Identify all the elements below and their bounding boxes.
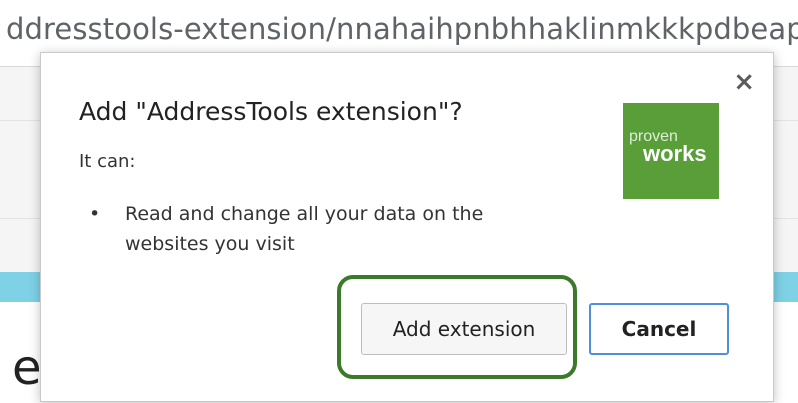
cancel-button[interactable]: Cancel	[589, 303, 729, 355]
permission-text: Read and change all your data on the web…	[125, 203, 484, 255]
extension-logo: proven works	[623, 103, 719, 199]
page-heading-partial: e	[12, 340, 42, 396]
dialog-title: Add "AddressTools extension"?	[79, 97, 463, 126]
permission-item: • Read and change all your data on the w…	[83, 199, 543, 259]
close-icon[interactable]: ×	[733, 69, 755, 95]
address-bar-url[interactable]: ddresstools-extension/nnahaihpnbhhaklinm…	[6, 12, 798, 46]
dialog-subtitle: It can:	[79, 151, 136, 172]
svg-text:works: works	[642, 141, 707, 166]
screen: ddresstools-extension/nnahaihpnbhhaklinm…	[0, 0, 798, 403]
provenworks-logo-icon: proven works	[623, 103, 719, 199]
add-extension-button[interactable]: Add extension	[361, 303, 567, 355]
add-extension-dialog: × Add "AddressTools extension"? It can: …	[40, 52, 774, 402]
bullet: •	[89, 203, 101, 225]
